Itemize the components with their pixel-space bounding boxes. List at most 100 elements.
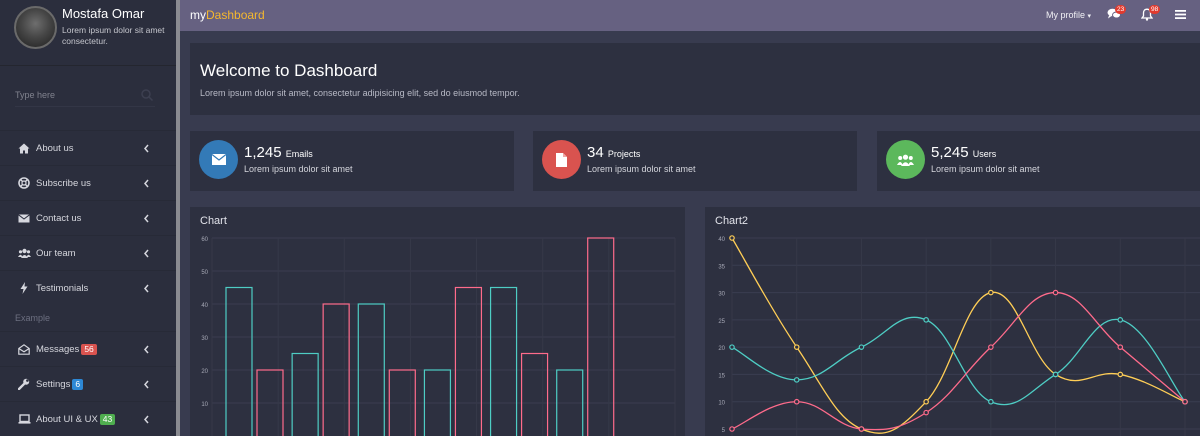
data-point <box>923 409 929 416</box>
page-subtitle: Lorem ipsum dolor sit amet, consectetur … <box>200 88 520 98</box>
bar <box>225 286 253 436</box>
chevron-left-icon <box>144 214 149 223</box>
data-point <box>858 344 865 350</box>
sidebar-scrollbar[interactable] <box>176 0 180 436</box>
data-point <box>988 344 994 350</box>
avatar[interactable] <box>14 6 57 49</box>
topbar: myDashboard My profile ▾ 23 98 <box>180 0 1200 31</box>
data-point <box>1052 289 1059 296</box>
chart-title: Chart <box>200 215 227 227</box>
settings-count-badge: 6 <box>72 378 84 390</box>
chevron-left-icon <box>144 380 149 389</box>
y-tick-label: 30 <box>201 336 208 342</box>
stat-description: Lorem ipsum dolor sit amet <box>587 164 696 174</box>
bolt-icon <box>17 282 31 294</box>
data-point <box>988 289 994 296</box>
search-input[interactable] <box>15 83 155 107</box>
stat-value: 1,245 Emails <box>244 144 313 161</box>
stat-icon-circle <box>199 140 238 179</box>
sidebar-nav: About us Subscribe us Contact us Our tea… <box>0 130 176 436</box>
bar <box>291 352 319 436</box>
bar-chart-panel: 10 20 30 40 50 60 Chart <box>190 207 685 436</box>
about-ui-ux-count-badge: 43 <box>99 413 116 425</box>
home-icon <box>17 142 31 154</box>
y-tick-label: 30 <box>718 292 725 298</box>
sidebar-item-label: Subscribe us <box>36 177 91 189</box>
chevron-left-icon <box>144 415 149 424</box>
caret-down-icon: ▾ <box>1087 13 1092 20</box>
chevron-left-icon <box>144 144 149 153</box>
brand-logo[interactable]: myDashboard <box>190 8 265 22</box>
envelope-open-icon <box>17 343 31 355</box>
data-point <box>729 235 735 241</box>
menu-icon[interactable] <box>1175 10 1186 19</box>
page-title: Welcome to Dashboard <box>200 61 378 80</box>
profile-card: Mostafa Omar Lorem ipsum dolor sit amet … <box>0 0 176 66</box>
stat-description: Lorem ipsum dolor sit amet <box>244 164 353 174</box>
stat-number: 1,245 <box>244 144 282 161</box>
sidebar-item-label: Contact us <box>36 212 82 224</box>
sidebar-item-label: Messages <box>36 343 80 355</box>
brand-main: Dashboard <box>206 8 265 22</box>
sidebar-item-label: Settings <box>36 378 71 390</box>
stat-label: Projects <box>607 149 641 159</box>
profile-description: Lorem ipsum dolor sit amet consectetur. <box>62 25 165 46</box>
sidebar-item-about-us[interactable]: About us <box>0 130 176 165</box>
sidebar-search <box>0 66 176 124</box>
chart-title: Chart2 <box>715 215 749 227</box>
stat-label: Users <box>972 149 997 159</box>
sidebar-item-subscribe-us[interactable]: Subscribe us <box>0 165 176 200</box>
bar-chart: 10 20 30 40 50 60 <box>201 237 676 436</box>
y-tick-label: 40 <box>718 237 725 243</box>
y-tick-label: 60 <box>201 237 208 243</box>
sidebar-item-settings[interactable]: Settings 6 <box>0 366 176 401</box>
stat-icon-circle <box>886 140 925 179</box>
data-point <box>1117 344 1124 350</box>
data-point <box>1117 317 1124 323</box>
bar <box>489 286 518 436</box>
users-icon <box>17 247 31 259</box>
sidebar-item-label: About UI & UX <box>36 413 98 425</box>
stat-card-emails[interactable]: 1,245 Emails Lorem ipsum dolor sit amet <box>190 131 514 191</box>
laptop-icon <box>17 413 31 425</box>
y-tick-label: 20 <box>201 369 208 375</box>
data-point <box>793 344 800 350</box>
sidebar-item-messages[interactable]: Messages 56 <box>0 331 176 366</box>
stat-label: Emails <box>285 149 313 159</box>
data-point <box>1052 371 1059 378</box>
chevron-left-icon <box>144 284 149 293</box>
notifications-badge: 98 <box>1149 5 1161 14</box>
series-line <box>731 237 1186 434</box>
stat-value: 5,245 Users <box>931 144 996 161</box>
line-chart: 5 10 15 20 25 30 35 40 <box>718 235 1200 436</box>
y-tick-label: 10 <box>718 401 725 407</box>
y-tick-label: 15 <box>718 373 725 379</box>
messages-count-badge: 56 <box>81 343 97 355</box>
my-profile-dropdown[interactable]: My profile ▾ <box>1046 10 1091 20</box>
stat-card-users[interactable]: 5,245 Users Lorem ipsum dolor sit amet <box>877 131 1200 191</box>
sidebar-item-about-ui-ux[interactable]: About UI & UX 43 <box>0 401 176 436</box>
my-profile-label: My profile <box>1046 10 1086 20</box>
stat-card-projects[interactable]: 34 Projects Lorem ipsum dolor sit amet <box>533 131 857 191</box>
sidebar-section-label: Example <box>15 313 51 323</box>
data-point <box>858 426 865 432</box>
chevron-left-icon <box>144 179 149 188</box>
stat-value: 34 Projects <box>587 144 640 161</box>
sidebar-item-our-team[interactable]: Our team <box>0 235 176 270</box>
chevron-left-icon <box>144 345 149 354</box>
stat-description: Lorem ipsum dolor sit amet <box>931 164 1040 174</box>
welcome-panel: Welcome to Dashboard Lorem ipsum dolor s… <box>190 43 1200 115</box>
envelope-icon <box>17 212 31 224</box>
search-icon[interactable] <box>140 88 154 102</box>
brand-prefix: my <box>190 8 206 22</box>
file-icon <box>556 152 567 167</box>
chevron-left-icon <box>144 249 149 258</box>
bar <box>520 352 549 436</box>
life-ring-icon <box>17 177 31 189</box>
data-point <box>793 377 800 383</box>
series-line <box>731 316 1186 406</box>
y-tick-label: 35 <box>718 264 725 270</box>
data-point <box>923 398 929 405</box>
sidebar-item-testimonials[interactable]: Testimonials <box>0 270 176 305</box>
sidebar-item-contact-us[interactable]: Contact us <box>0 200 176 235</box>
